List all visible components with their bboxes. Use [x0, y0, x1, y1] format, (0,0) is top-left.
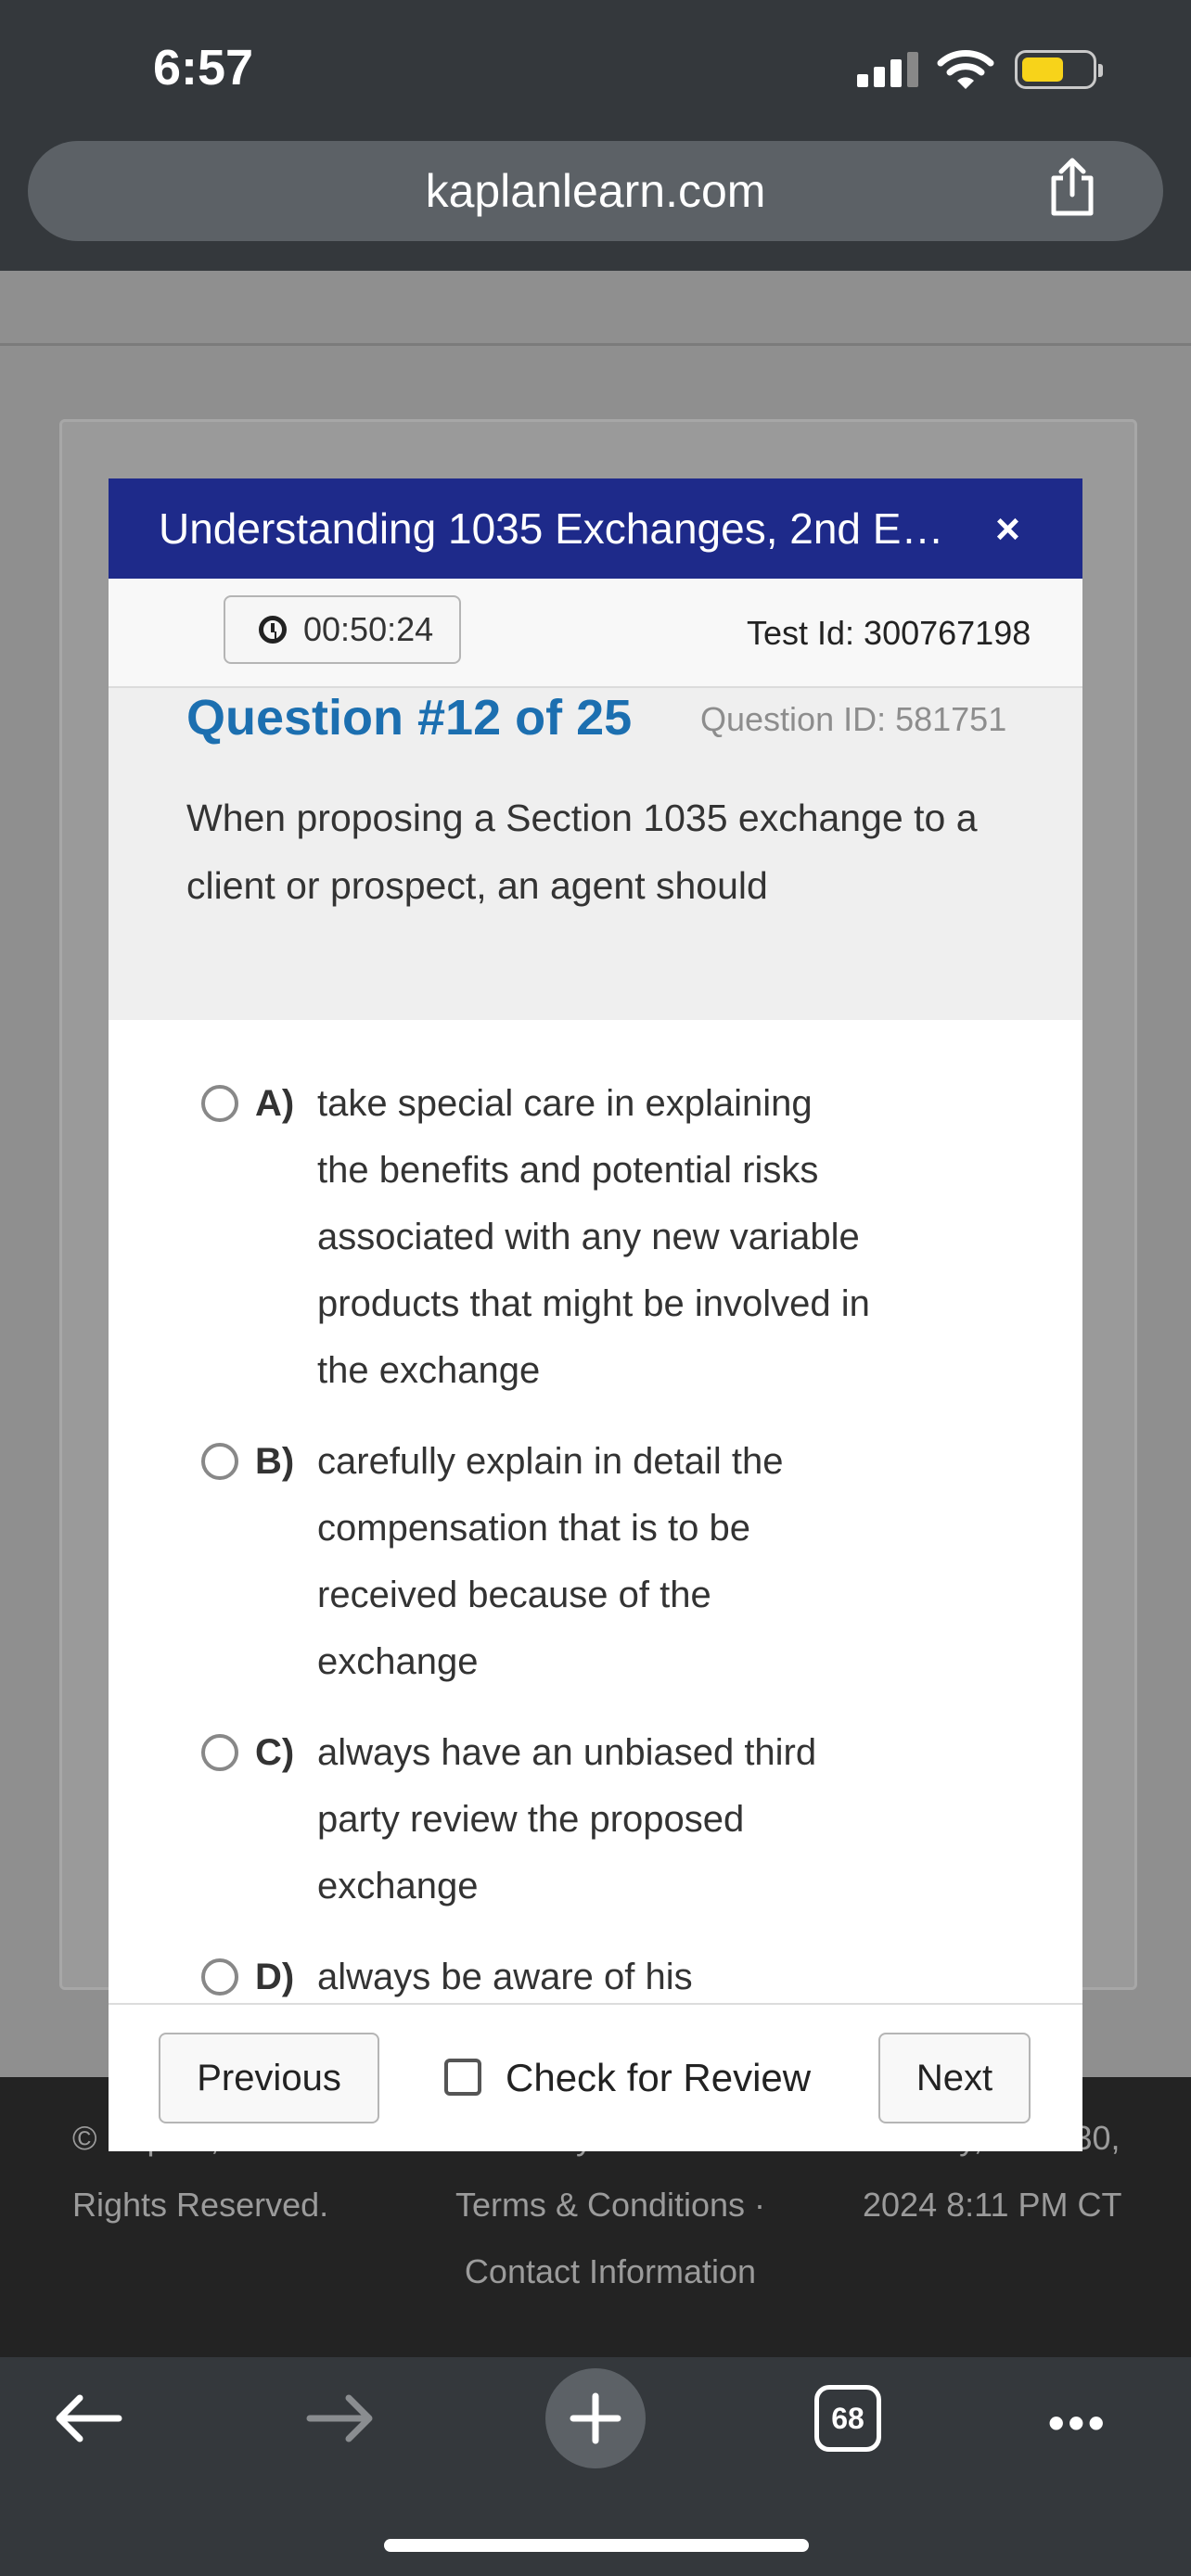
- question-text: When proposing a Section 1035 exchange t…: [186, 797, 978, 907]
- option-text: take special care in explaining the bene…: [317, 1083, 870, 1391]
- option-letter: C): [255, 1732, 295, 1773]
- clock-icon: [259, 616, 287, 644]
- question-id: Question ID: 581751: [700, 700, 1007, 738]
- address-bar[interactable]: kaplanlearn.com: [28, 141, 1163, 241]
- home-indicator[interactable]: [384, 2539, 809, 2552]
- radio-button-b[interactable]: [201, 1443, 238, 1480]
- radio-button-d[interactable]: [201, 1958, 238, 1996]
- close-icon[interactable]: ×: [995, 478, 1020, 579]
- answer-option-b[interactable]: B) carefully explain in detail the compe…: [201, 1428, 1036, 1682]
- previous-button[interactable]: Previous: [159, 2033, 379, 2123]
- question-number: Question #12 of 25: [186, 690, 633, 746]
- url-text: kaplanlearn.com: [425, 165, 766, 217]
- status-time: 6:57: [153, 40, 254, 96]
- timer-row: 00:50:24 Test Id: 300767198: [109, 579, 1082, 688]
- option-letter: B): [255, 1441, 295, 1482]
- forward-arrow-icon[interactable]: [306, 2391, 377, 2451]
- question-panel: Question #12 of 25 Question ID: 581751 W…: [109, 688, 1082, 1020]
- option-text: carefully explain in detail the compensa…: [317, 1441, 784, 1682]
- answer-option-a[interactable]: A) take special care in explaining the b…: [201, 1070, 1036, 1391]
- footer-terms-link[interactable]: Terms & Conditions ·: [434, 2172, 787, 2238]
- plus-icon: [570, 2392, 621, 2444]
- modal-footer: Previous Check for Review Next: [109, 2003, 1082, 2151]
- test-id: Test Id: 300767198: [747, 614, 1031, 652]
- footer-contact-link[interactable]: Contact Information: [434, 2238, 787, 2305]
- review-checkbox[interactable]: [444, 2059, 481, 2096]
- new-tab-button[interactable]: [545, 2368, 646, 2468]
- modal-title: Understanding 1035 Exchanges, 2nd E…: [159, 504, 944, 553]
- option-text: always be aware of his: [317, 1957, 693, 1997]
- option-text: always have an unbiased third party revi…: [317, 1732, 817, 1906]
- review-label: Check for Review: [506, 2056, 812, 2099]
- option-letter: D): [255, 1957, 295, 1997]
- share-icon[interactable]: [1046, 158, 1098, 222]
- quiz-modal: Understanding 1035 Exchanges, 2nd E… × 0…: [109, 478, 1082, 2151]
- page-header-strip: [0, 271, 1191, 346]
- answer-option-c[interactable]: C) always have an unbiased third party r…: [201, 1719, 1036, 1923]
- wifi-icon: [937, 48, 994, 96]
- tabs-count-button[interactable]: 68: [814, 2385, 881, 2452]
- answer-option-d[interactable]: D) always be aware of his: [201, 1944, 1036, 2003]
- cellular-signal-icon: [857, 52, 924, 87]
- back-arrow-icon[interactable]: [52, 2391, 122, 2451]
- radio-button-a[interactable]: [201, 1085, 238, 1122]
- option-letter: A): [255, 1083, 295, 1124]
- more-menu-icon[interactable]: •••: [1048, 2396, 1108, 2450]
- radio-button-c[interactable]: [201, 1734, 238, 1771]
- modal-header: Understanding 1035 Exchanges, 2nd E… ×: [109, 478, 1082, 579]
- timer-value: 00:50:24: [303, 610, 434, 648]
- next-button[interactable]: Next: [878, 2033, 1031, 2123]
- battery-icon: [1015, 50, 1103, 89]
- timer-button[interactable]: 00:50:24: [224, 595, 461, 664]
